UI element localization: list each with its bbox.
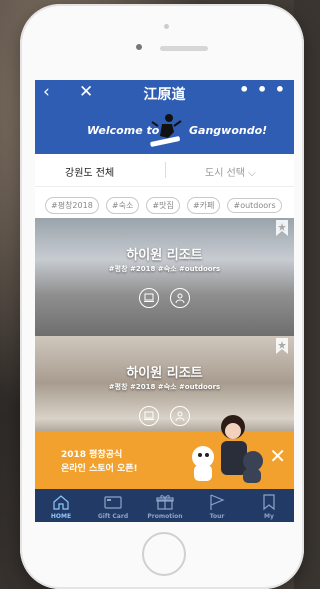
banner-region-text: Gangwondo! (189, 124, 268, 137)
hashtag-chip[interactable]: #카페 (186, 197, 221, 214)
more-dots-icon[interactable]: • • • (239, 80, 286, 99)
promo-line-1: 2018 평창공식 (61, 450, 123, 460)
laptop-icon (139, 406, 159, 426)
filter-bar: 강원도 전체 도시 선택 ⌵ (35, 154, 294, 187)
bookmark-icon (263, 494, 275, 511)
city-select-dropdown[interactable]: 도시 선택 ⌵ (205, 164, 256, 179)
laptop-icon (139, 288, 159, 308)
flag-icon (210, 494, 225, 510)
tab-label: Tour (209, 513, 225, 520)
tab-gift-card[interactable]: Gift Card (87, 489, 139, 522)
gift-card-icon (104, 496, 122, 509)
resort-card[interactable]: 하이원 리조트 #평창 #2018 #숙소 #outdoors (35, 218, 294, 336)
filter-divider (165, 162, 166, 178)
resort-name: 하이원 리조트 (126, 248, 203, 263)
earpiece-speaker (160, 46, 208, 51)
hashtag-chip[interactable]: #맛집 (146, 197, 180, 214)
tab-tour[interactable]: Tour (191, 489, 243, 522)
tab-label: Promotion (147, 513, 183, 520)
mascot-illustration (192, 415, 263, 483)
close-icon[interactable]: ✕ (269, 444, 286, 468)
person-icon (170, 288, 191, 308)
bottom-tab-bar: HOME Gift Card Promotion Tour My (35, 489, 294, 522)
tab-label: HOME (50, 513, 72, 520)
gift-box-icon (156, 495, 174, 510)
resort-hashtags: #평창 #2018 #숙소 #outdoors (108, 383, 221, 391)
tab-label: My (264, 513, 274, 520)
hashtag-chip[interactable]: #평창2018 (45, 197, 99, 214)
hashtag-chip[interactable]: #outdoors (227, 198, 282, 213)
city-select-label: 도시 선택 (205, 168, 245, 179)
tab-promotion[interactable]: Promotion (139, 489, 191, 522)
promo-banner[interactable]: 2018 평창공식 온라인 스토어 오픈! ✕ (35, 415, 294, 489)
bookmark-icon[interactable] (276, 220, 288, 236)
welcome-banner: Welcome to Gangwondo! (35, 106, 294, 154)
home-button[interactable] (142, 532, 186, 576)
region-all-filter[interactable]: 강원도 전체 (65, 164, 114, 179)
proximity-sensor (164, 24, 169, 29)
bookmark-icon[interactable] (276, 338, 288, 354)
chevron-down-icon: ⌵ (248, 168, 256, 179)
front-camera (136, 44, 142, 50)
resort-name: 하이원 리조트 (126, 366, 203, 381)
promo-line-2: 온라인 스토어 오픈! (61, 464, 138, 474)
tab-label: Gift Card (97, 513, 129, 520)
snowboarder-icon (150, 114, 182, 147)
resort-hashtags: #평창 #2018 #숙소 #outdoors (108, 265, 221, 273)
hashtag-chip[interactable]: #숙소 (105, 197, 140, 214)
hashtag-list: #평창2018 #숙소 #맛집 #카페 #outdoors (45, 193, 284, 214)
tab-my[interactable]: My (243, 489, 294, 522)
app-screen: ‹ ✕ 江原道 • • • Welcome to Gangwondo! 강원도 … (35, 80, 294, 522)
top-bar: ‹ ✕ 江原道 • • • (35, 80, 294, 106)
home-icon (53, 495, 69, 510)
tab-home[interactable]: HOME (35, 489, 87, 522)
